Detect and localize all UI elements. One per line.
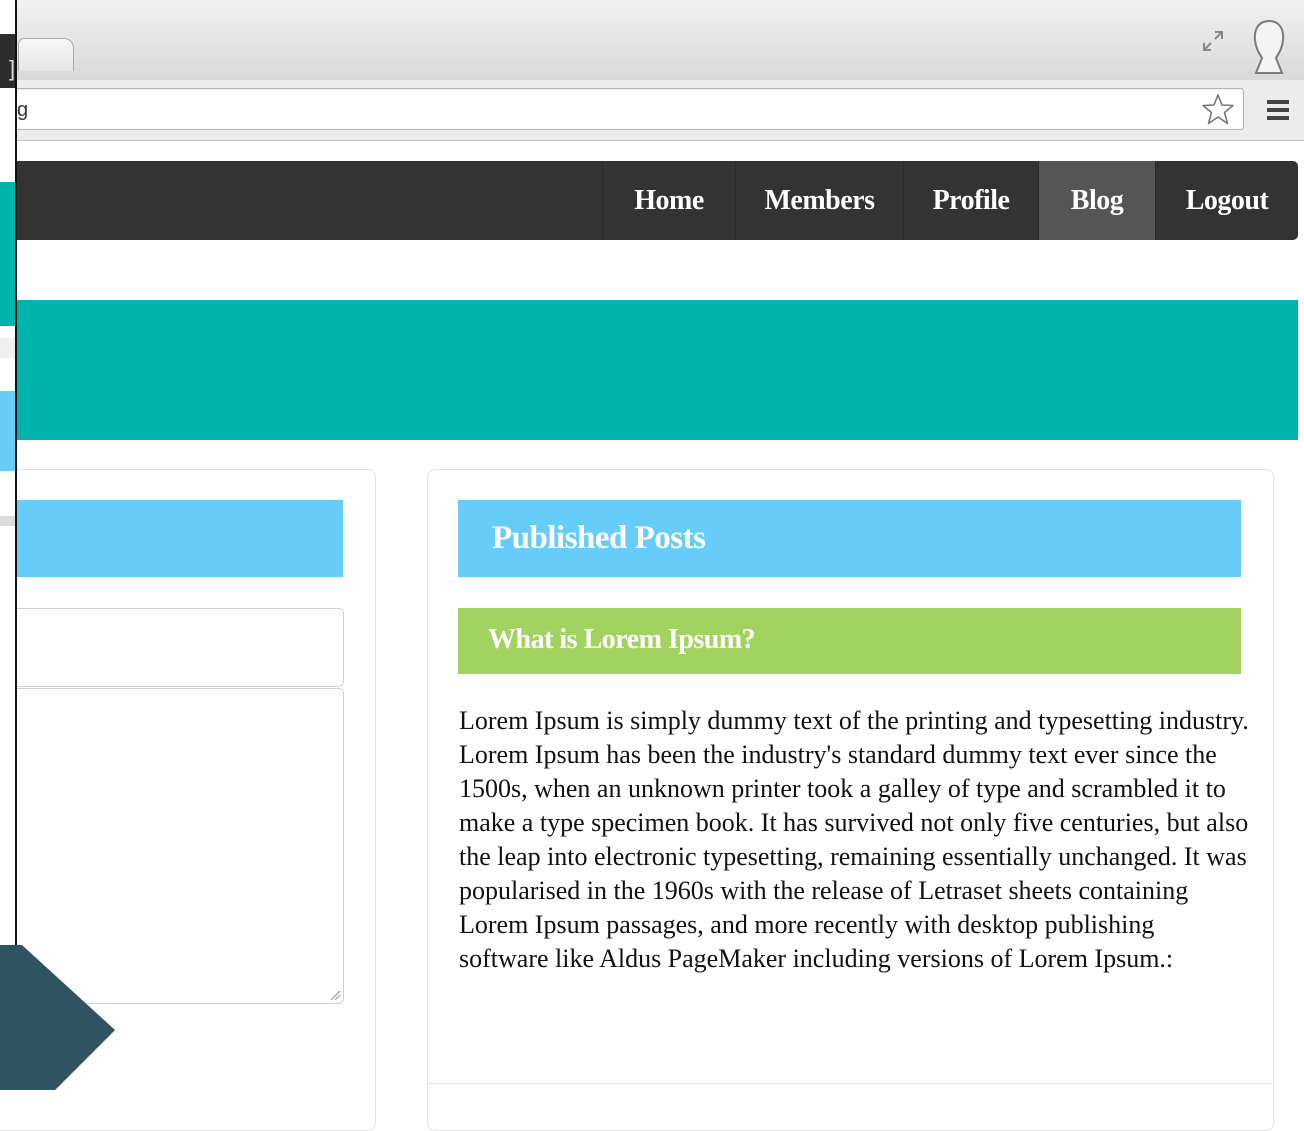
strip-divider <box>0 516 15 526</box>
nav-home-link[interactable]: Home <box>602 161 735 240</box>
user-profile-icon[interactable] <box>1248 18 1290 76</box>
post-title[interactable]: What is Lorem Ipsum? <box>458 608 1241 674</box>
strip-address <box>0 88 15 136</box>
page-banner <box>0 300 1298 440</box>
browser-tab-bar <box>0 0 1304 81</box>
post-divider <box>428 1083 1272 1084</box>
nav-members-link[interactable]: Members <box>735 161 903 240</box>
browser-tab[interactable] <box>18 38 74 71</box>
resize-grip-icon[interactable] <box>327 987 341 1001</box>
address-bar[interactable]: g <box>10 88 1244 130</box>
published-posts-heading: Published Posts <box>458 500 1241 577</box>
nav-logout-link[interactable]: Logout <box>1155 161 1298 240</box>
strip-blue-block <box>0 391 15 471</box>
nav-blog-link[interactable]: Blog <box>1038 161 1155 240</box>
star-icon[interactable] <box>1200 92 1236 128</box>
nav-links: Home Members Profile Blog Logout <box>602 161 1298 240</box>
browser-toolbar: g <box>0 80 1304 141</box>
corner-arrow-shape <box>0 925 120 1090</box>
strip-text: ] <box>9 56 16 81</box>
site-navbar: Home Members Profile Blog Logout <box>0 161 1298 240</box>
new-post-header <box>0 500 343 577</box>
fullscreen-arrows-icon[interactable] <box>1198 26 1228 56</box>
post-body: Lorem Ipsum is simply dummy text of the … <box>459 706 1249 973</box>
hamburger-menu-icon[interactable] <box>1264 98 1292 122</box>
strip-teal-block <box>0 182 15 326</box>
nav-profile-link[interactable]: Profile <box>903 161 1038 240</box>
address-text: g <box>17 99 29 121</box>
post-title-input[interactable] <box>0 608 344 687</box>
strip-divider <box>0 338 15 358</box>
overlapping-window-edge: ] <box>0 0 17 1090</box>
